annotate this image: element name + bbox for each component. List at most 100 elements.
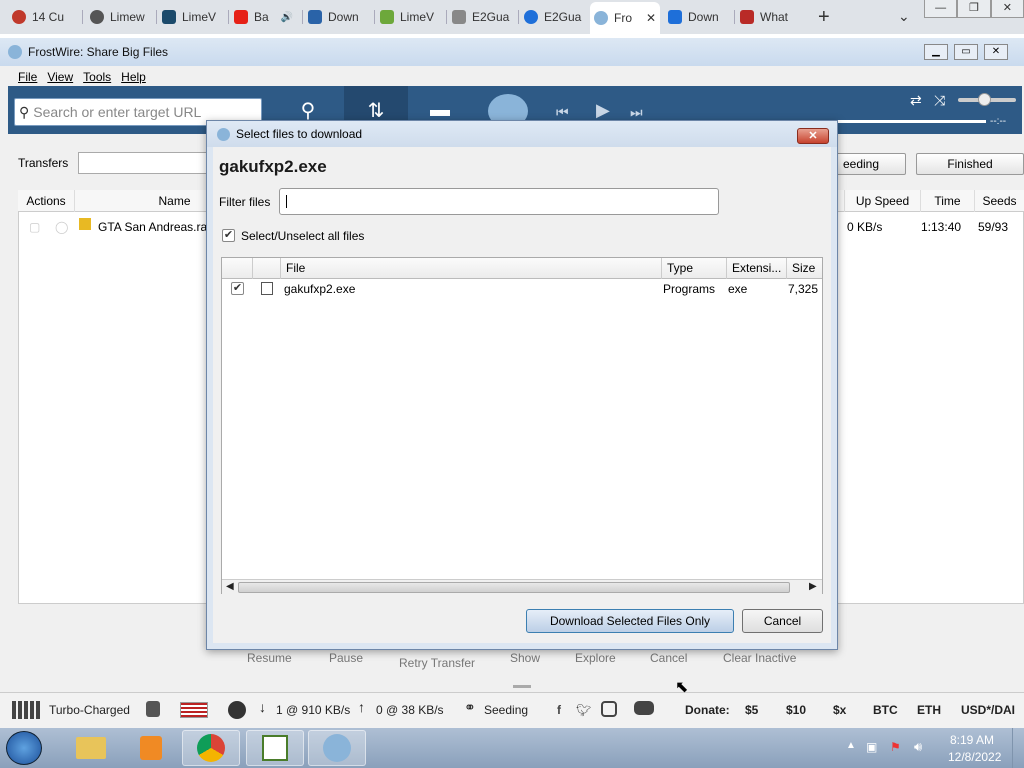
info-icon[interactable]: ◯ xyxy=(55,220,68,234)
repeat-icon[interactable]: ⇄ xyxy=(910,92,922,109)
playback-progress[interactable] xyxy=(836,120,986,123)
donate-5-button[interactable]: $5 xyxy=(745,703,758,717)
facebook-icon[interactable]: f xyxy=(557,703,561,717)
clock-date[interactable]: 12/8/2022 xyxy=(948,750,1001,764)
close-icon[interactable]: ✕ xyxy=(984,44,1008,60)
tray-flag-icon[interactable]: ⚑ xyxy=(890,740,901,754)
col-checkbox[interactable] xyxy=(222,258,252,279)
select-all-checkbox[interactable]: ✔ xyxy=(222,229,235,242)
cancel-button[interactable]: Cancel xyxy=(742,609,823,633)
browser-tab-active[interactable]: Fro ✕ xyxy=(590,2,660,34)
pause-button[interactable]: Pause xyxy=(329,651,363,665)
download-icon xyxy=(668,10,682,24)
col-seeds[interactable]: Seeds xyxy=(974,190,1024,212)
browser-tab[interactable]: LimeV xyxy=(158,4,226,30)
volume-slider[interactable] xyxy=(958,93,1016,106)
menu-file[interactable]: File xyxy=(18,70,37,84)
col-extension[interactable]: Extensi... xyxy=(726,258,786,279)
filter-files-input[interactable] xyxy=(279,188,719,215)
explore-button[interactable]: Explore xyxy=(575,651,616,665)
resume-button[interactable]: Resume xyxy=(247,651,292,665)
discord-icon[interactable] xyxy=(634,701,654,715)
flag-icon[interactable] xyxy=(180,702,208,718)
resume-icon[interactable]: ▢ xyxy=(29,220,40,234)
donate-usd-button[interactable]: USD*/DAI xyxy=(961,703,1015,717)
col-time[interactable]: Time xyxy=(920,190,974,212)
play-icon[interactable]: ▶ xyxy=(596,100,610,121)
col-up-speed[interactable]: Up Speed xyxy=(844,190,920,212)
menu-view[interactable]: View xyxy=(47,70,73,84)
clear-inactive-button[interactable]: Clear Inactive xyxy=(723,651,796,665)
browser-tab[interactable]: LimeV xyxy=(376,4,444,30)
col-type[interactable]: Type xyxy=(661,258,726,279)
browser-tab[interactable]: What xyxy=(736,4,804,30)
volume-slider-thumb[interactable] xyxy=(978,93,991,106)
scrollbar-thumb[interactable] xyxy=(238,582,790,593)
new-tab-icon[interactable]: + xyxy=(818,6,830,29)
menu-tools[interactable]: Tools xyxy=(83,70,111,84)
volume-icon[interactable]: 🔊︎ xyxy=(914,739,922,755)
shuffle-icon[interactable]: ⤨ xyxy=(934,92,945,109)
download-selected-button[interactable]: Download Selected Files Only xyxy=(526,609,734,633)
minimize-icon[interactable]: ▁ xyxy=(924,44,948,60)
show-desktop-button[interactable] xyxy=(1012,728,1024,768)
transfer-arrows-icon: ⇅ xyxy=(367,99,385,122)
browser-tab[interactable]: Ba 🔊 xyxy=(230,4,300,30)
close-tab-icon[interactable]: ✕ xyxy=(646,11,656,25)
tray-expand-icon[interactable]: ▲ xyxy=(846,740,856,751)
app-title: FrostWire: Share Big Files xyxy=(28,45,169,59)
maximize-icon[interactable]: ❐ xyxy=(957,0,991,18)
minimize-icon[interactable]: — xyxy=(924,0,958,18)
browser-tab[interactable]: Limew xyxy=(86,4,154,30)
speaker-icon[interactable]: 🔊 xyxy=(281,12,293,23)
donate-label: Donate: xyxy=(685,703,730,717)
donate-custom-button[interactable]: $x xyxy=(833,703,846,717)
chevron-down-icon[interactable]: ⌄ xyxy=(898,8,910,25)
col-icon[interactable] xyxy=(252,258,280,279)
previous-track-icon[interactable]: ⏮ xyxy=(556,104,569,121)
browser-tab[interactable]: E2Gua xyxy=(448,4,516,30)
col-file[interactable]: File xyxy=(280,258,661,279)
horizontal-scrollbar[interactable]: ◀ ▶ xyxy=(222,579,822,594)
close-icon[interactable]: ✕ xyxy=(797,128,829,144)
donate-eth-button[interactable]: ETH xyxy=(917,703,941,717)
scroll-left-icon[interactable]: ◀ xyxy=(226,581,234,592)
menu-help[interactable]: Help xyxy=(121,70,146,84)
clock-time[interactable]: 8:19 AM xyxy=(950,733,994,747)
browser-tab[interactable]: Down xyxy=(304,4,372,30)
tray-device-icon[interactable]: ▣ xyxy=(866,740,877,754)
vpn-icon[interactable] xyxy=(228,701,246,719)
close-icon[interactable]: ✕ xyxy=(990,0,1024,18)
explorer-taskbar-icon[interactable] xyxy=(62,730,120,766)
frostwire-taskbar-icon[interactable] xyxy=(308,730,366,766)
file-checkbox[interactable]: ✔ xyxy=(231,282,244,295)
donate-10-button[interactable]: $10 xyxy=(786,703,806,717)
next-track-icon[interactable]: ⏭ xyxy=(630,104,643,121)
seeding-status[interactable]: Seeding xyxy=(484,703,528,717)
scroll-right-icon[interactable]: ▶ xyxy=(809,581,817,592)
col-actions[interactable]: Actions xyxy=(18,190,74,212)
resize-handle[interactable] xyxy=(513,685,531,688)
show-button[interactable]: Show xyxy=(510,651,540,665)
select-all-label[interactable]: Select/Unselect all files xyxy=(241,229,364,243)
retry-transfer-button[interactable]: Retry Transfer xyxy=(399,656,475,670)
col-size[interactable]: Size xyxy=(786,258,822,279)
browser-tab[interactable]: E2Gua xyxy=(520,4,588,30)
chrome-taskbar-icon[interactable] xyxy=(182,730,240,766)
media-player-taskbar-icon[interactable] xyxy=(122,730,180,766)
start-button[interactable] xyxy=(6,731,42,765)
task-manager-taskbar-icon[interactable] xyxy=(246,730,304,766)
gear-icon xyxy=(452,10,466,24)
browser-tab[interactable]: 14 Cu xyxy=(8,4,78,30)
maximize-icon[interactable]: ▭ xyxy=(954,44,978,60)
transfer-time: 1:13:40 xyxy=(921,220,962,234)
finished-filter-button[interactable]: Finished xyxy=(916,153,1024,175)
donate-btc-button[interactable]: BTC xyxy=(873,703,898,717)
cancel-transfer-button[interactable]: Cancel xyxy=(650,651,687,665)
browser-tab[interactable]: Down xyxy=(664,4,732,30)
table-row[interactable]: ✔ gakufxp2.exe Programs exe 7,325 xyxy=(222,279,822,299)
transfers-filter-input[interactable] xyxy=(78,152,208,174)
twitter-icon[interactable]: 🐦︎ xyxy=(576,703,591,717)
firewall-icon[interactable] xyxy=(146,701,160,717)
instagram-icon[interactable] xyxy=(601,701,617,717)
